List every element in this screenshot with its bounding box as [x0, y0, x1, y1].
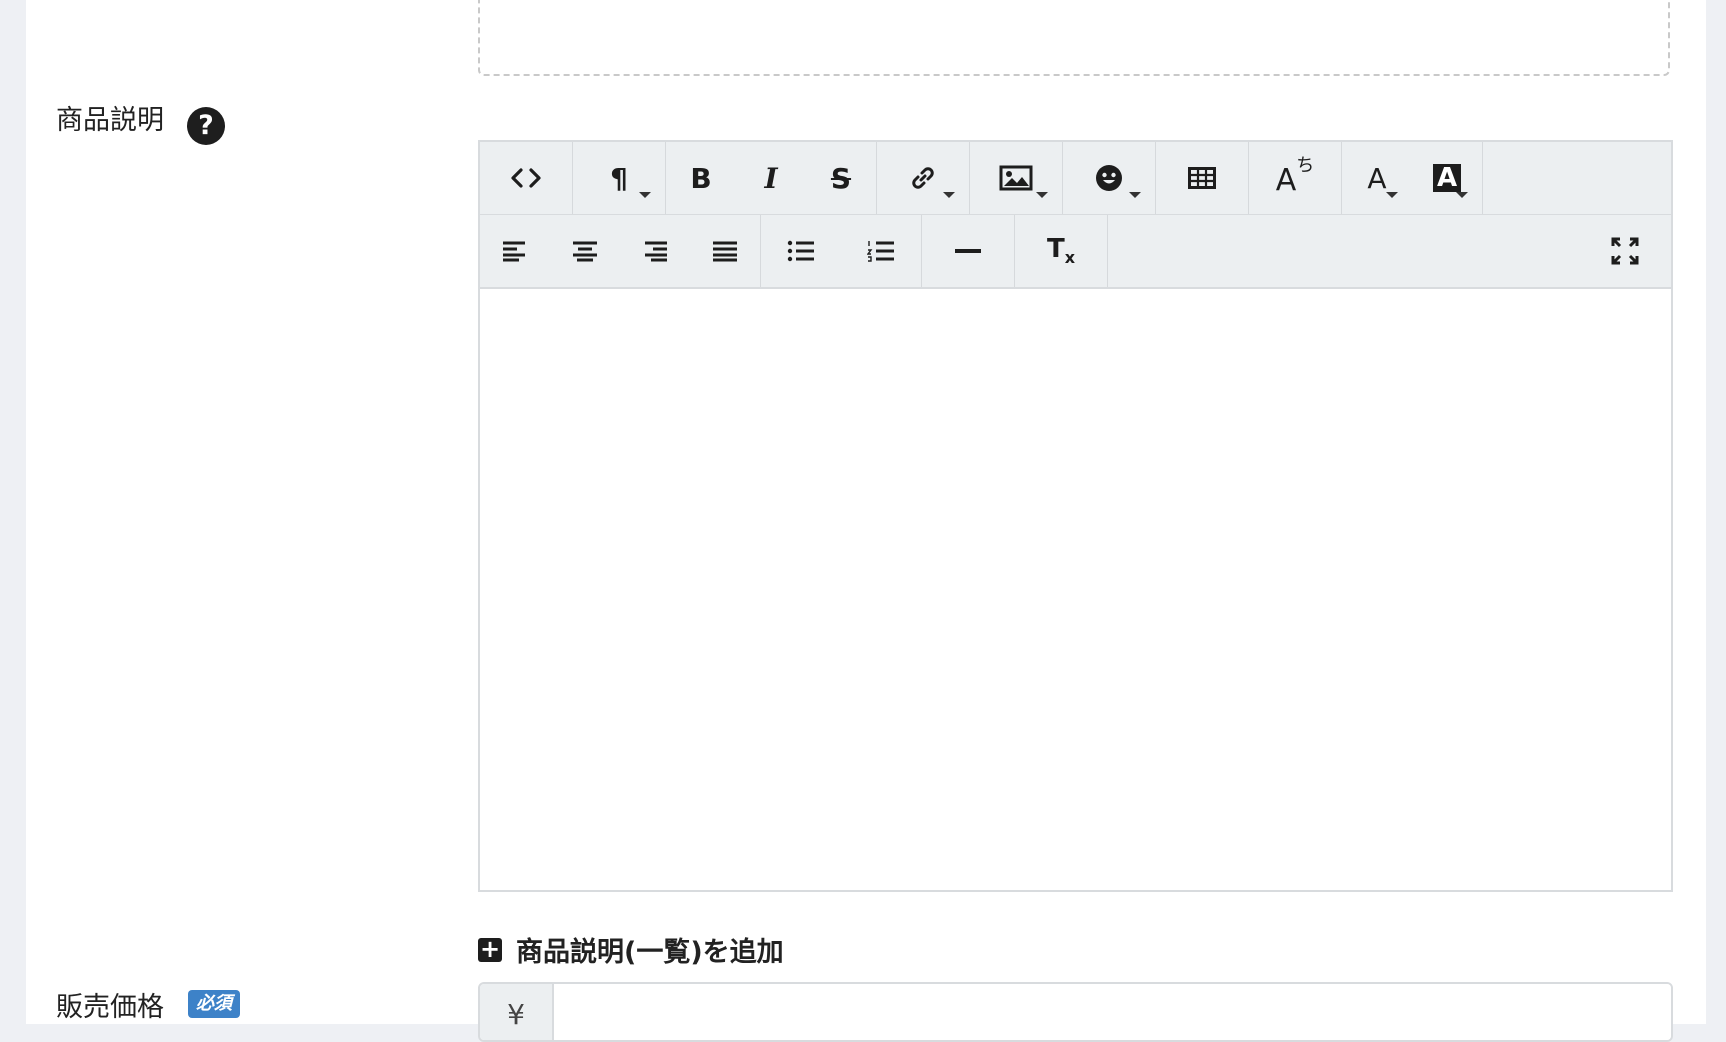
- code-view-icon[interactable]: [480, 142, 572, 214]
- image-icon[interactable]: [970, 142, 1062, 214]
- table-icon[interactable]: [1156, 142, 1248, 214]
- horizontal-rule-icon[interactable]: [922, 215, 1014, 287]
- sale-price-input[interactable]: [554, 984, 1671, 1040]
- align-left-icon[interactable]: [480, 215, 550, 287]
- link-icon[interactable]: [877, 142, 969, 214]
- editor-content-area[interactable]: [480, 289, 1671, 890]
- sale-price-input-group: ¥: [478, 982, 1673, 1042]
- fullscreen-icon[interactable]: [1579, 215, 1671, 287]
- image-dropzone[interactable]: [478, 0, 1670, 76]
- required-badge: 必須: [188, 990, 240, 1018]
- rich-text-editor: ¶ B I S Aち A A Tx: [478, 140, 1673, 892]
- add-list-description-label: 商品説明(一覧)を追加: [516, 937, 784, 968]
- add-list-description-link[interactable]: + 商品説明(一覧)を追加: [478, 930, 784, 969]
- clear-formatting-icon[interactable]: Tx: [1015, 215, 1107, 287]
- align-justify-icon[interactable]: [690, 215, 760, 287]
- background-color-icon[interactable]: A: [1412, 142, 1482, 214]
- product-description-label: 商品説明: [56, 105, 164, 136]
- align-center-icon[interactable]: [550, 215, 620, 287]
- font-color-icon[interactable]: A: [1342, 142, 1412, 214]
- bold-icon[interactable]: B: [666, 142, 736, 214]
- yen-addon: ¥: [480, 984, 554, 1040]
- paragraph-style-icon[interactable]: ¶: [573, 142, 665, 214]
- sale-price-label: 販売価格: [56, 992, 164, 1023]
- bullet-list-icon[interactable]: [761, 215, 841, 287]
- editor-toolbar-row-1: ¶ B I S Aち A A: [480, 142, 1671, 215]
- plus-square-icon: +: [478, 934, 502, 963]
- strikethrough-icon[interactable]: S: [806, 142, 876, 214]
- question-circle-icon[interactable]: ?: [187, 107, 225, 145]
- ruby-text-icon[interactable]: Aち: [1249, 142, 1341, 214]
- align-right-icon[interactable]: [620, 215, 690, 287]
- editor-toolbar-row-2: Tx: [480, 215, 1671, 289]
- numbered-list-icon[interactable]: [841, 215, 921, 287]
- emoji-icon[interactable]: [1063, 142, 1155, 214]
- italic-icon[interactable]: I: [736, 142, 806, 214]
